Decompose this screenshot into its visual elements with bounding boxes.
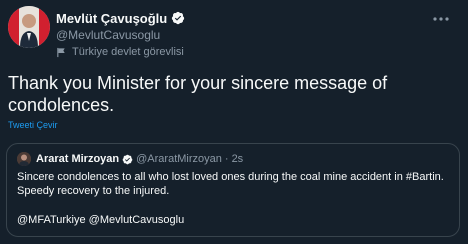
flag-icon [57, 47, 65, 57]
affiliation-text: Türkiye devlet görevlisi [72, 46, 184, 58]
quoted-tweet-time: 2s [231, 153, 244, 165]
quoted-author-handle: @AraratMirzoyan [136, 153, 222, 165]
tweet-header: Mevlüt Çavuşoğlu @MevlutCavusoglu Türkiy… [8, 6, 460, 62]
tweet-text: Thank you Minister for your sincere mess… [8, 73, 388, 115]
quoted-avatar-image [17, 152, 31, 166]
meta-separator: · [224, 153, 229, 165]
quoted-tweet-text: Sincere condolences to all who lost love… [17, 171, 444, 197]
author-name-row[interactable]: Mevlüt Çavuşoğlu [56, 10, 185, 26]
verified-badge-icon [172, 11, 185, 25]
author-handle[interactable]: @MevlutCavusoglu [56, 28, 160, 42]
quoted-author-name: Ararat Mirzoyan [36, 153, 120, 165]
quoted-author-avatar [17, 152, 31, 166]
quoted-tweet[interactable]: Ararat Mirzoyan @AraratMirzoyan · 2s Sin… [6, 143, 460, 237]
avatar-image [8, 6, 50, 48]
quoted-author-row: Ararat Mirzoyan @AraratMirzoyan · 2s [17, 151, 243, 167]
author-avatar[interactable] [8, 6, 50, 48]
quoted-tweet-mentions: @MFATurkiye @MevlutCavusoglu [17, 214, 185, 226]
affiliation-label: Türkiye devlet görevlisi [56, 46, 184, 58]
translate-tweet-link[interactable]: Tweeti Çevir [8, 120, 58, 130]
author-display-name[interactable]: Mevlüt Çavuşoğlu [56, 11, 167, 26]
more-options-icon[interactable] [430, 12, 452, 26]
verified-badge-icon [122, 154, 133, 164]
